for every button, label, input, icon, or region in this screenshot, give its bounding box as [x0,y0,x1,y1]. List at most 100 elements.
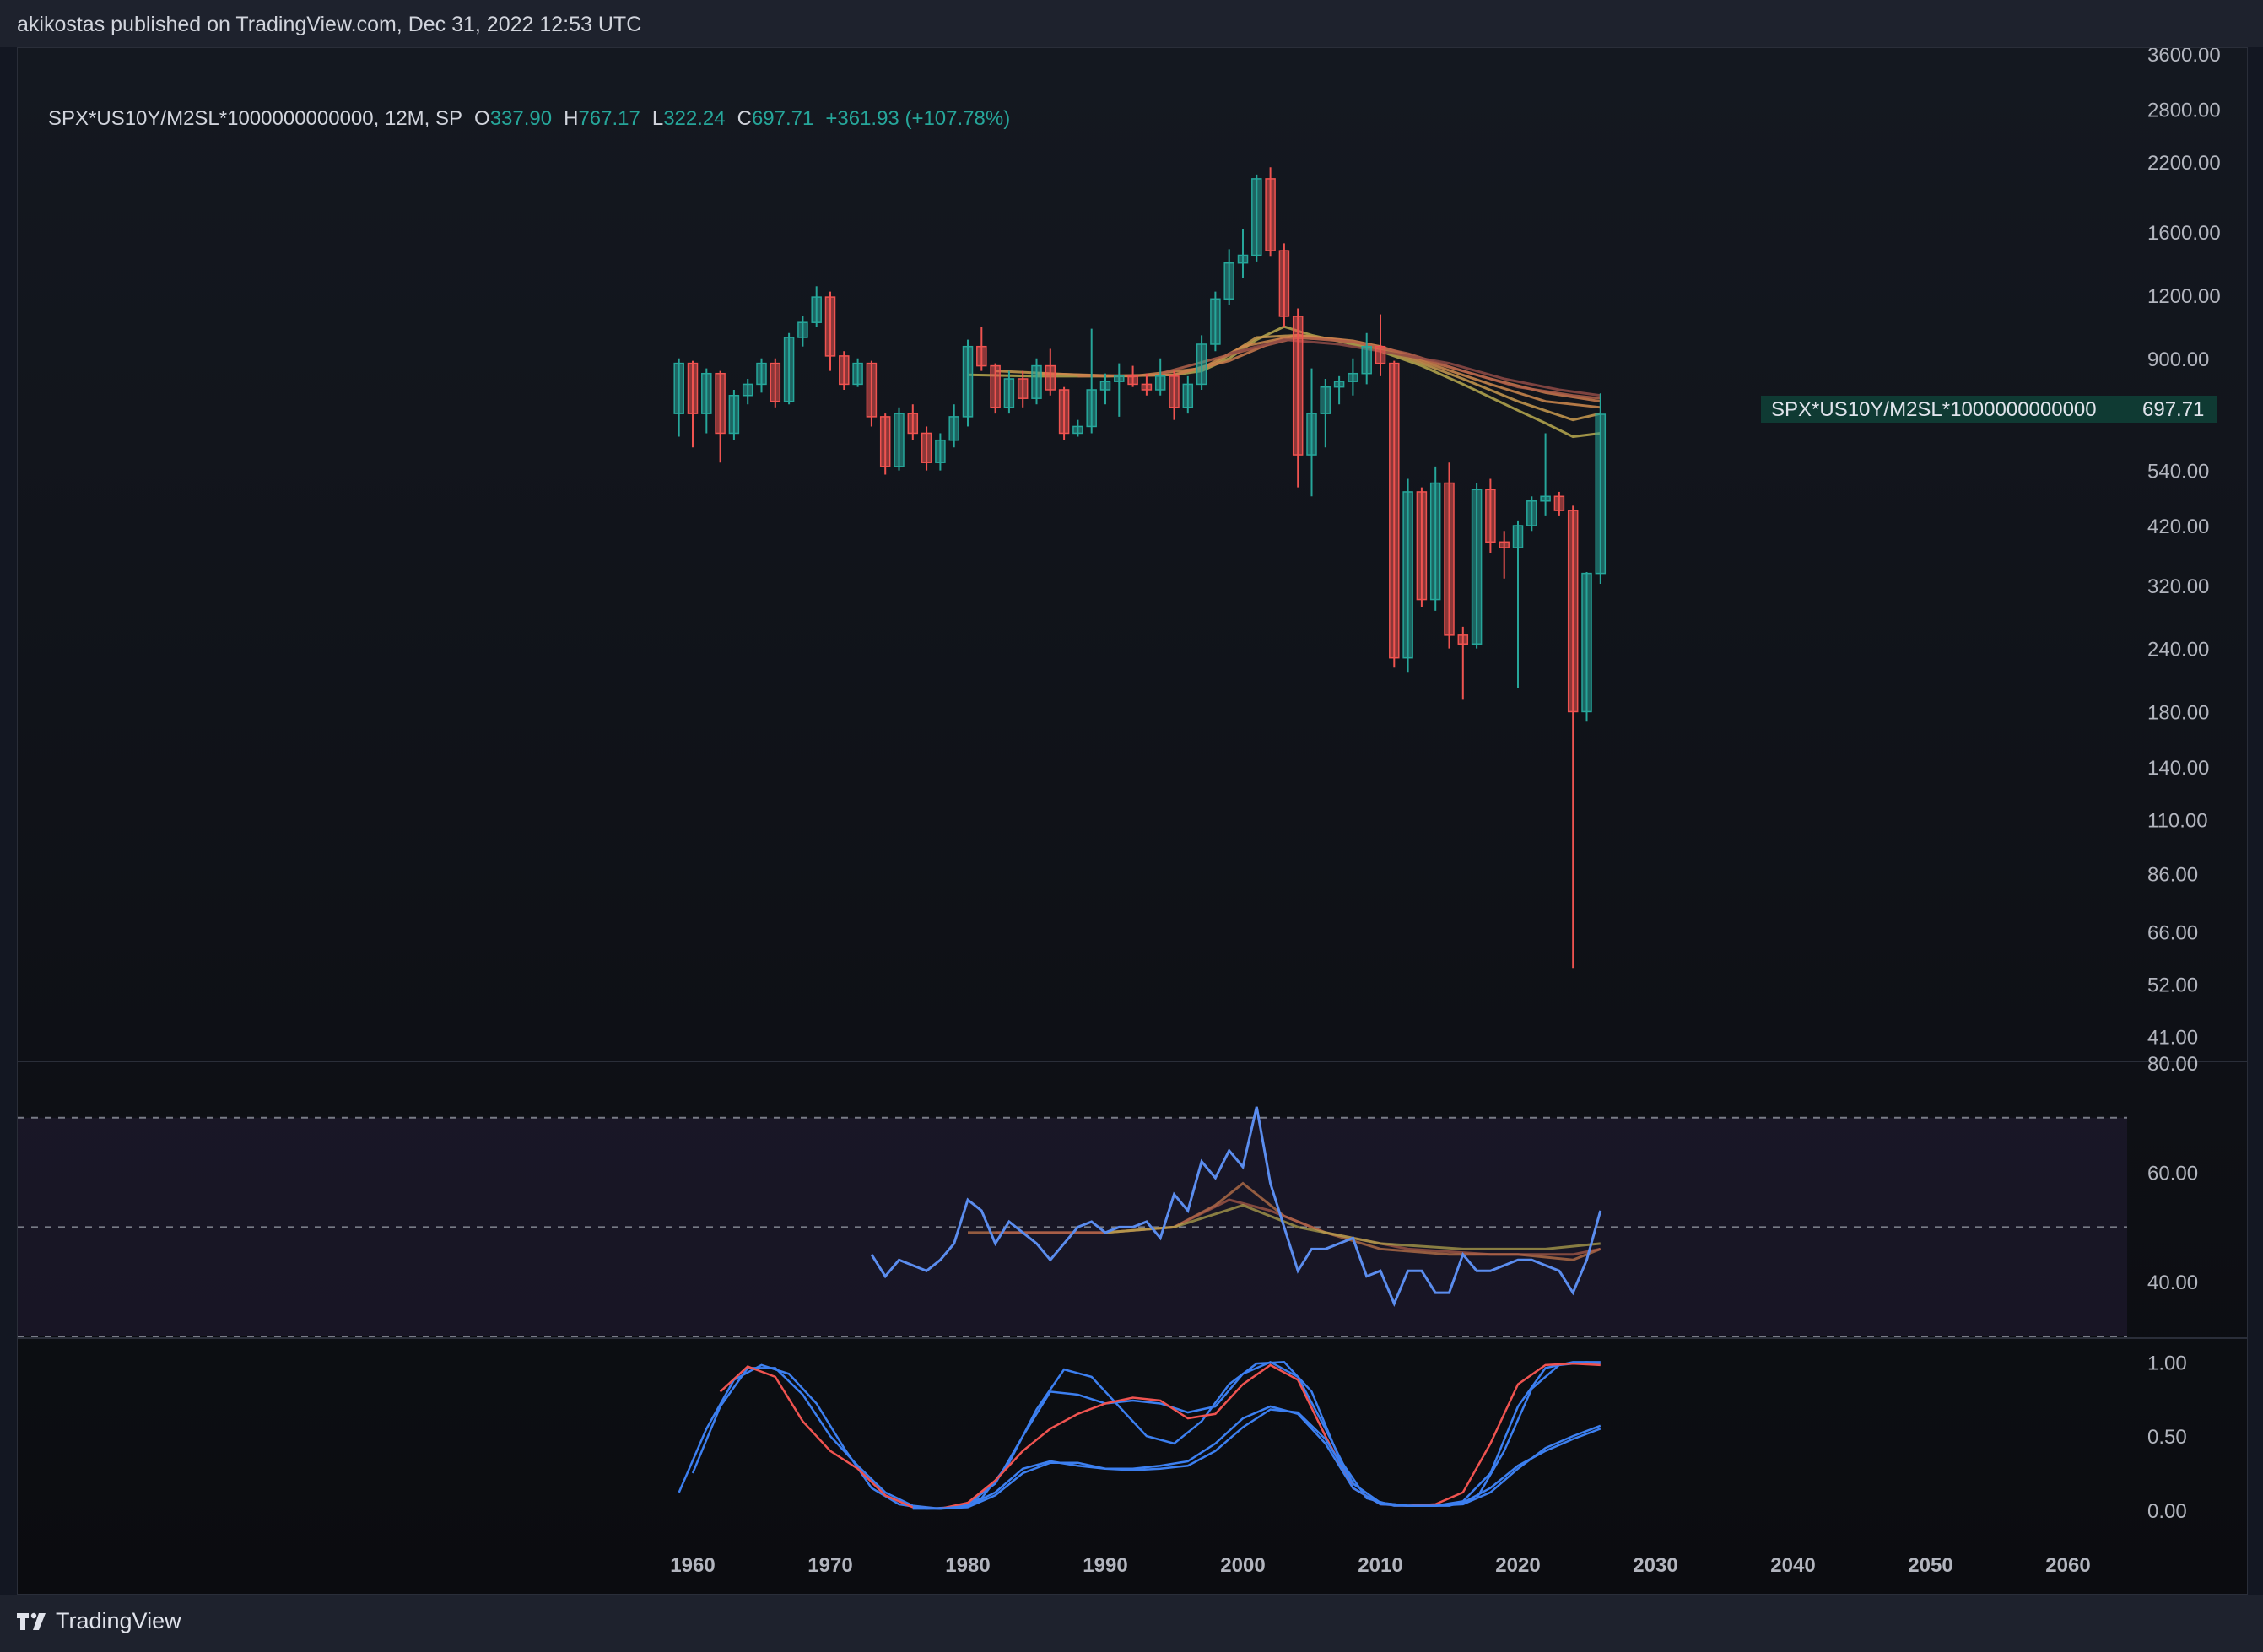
candle-body [687,362,699,414]
candle-body [894,413,905,467]
candle-body [1306,413,1317,456]
candle-body [1237,254,1249,264]
candle-body [728,394,740,435]
price-tick-label: 52.00 [2147,974,2198,996]
candle-body [1058,389,1070,435]
price-tick-label: 110.00 [2147,810,2208,833]
time-tick-label: 2060 [2045,1554,2090,1577]
tradingview-brand[interactable]: TradingView [17,1608,181,1634]
price-tick-label: 41.00 [2147,1026,2198,1049]
candle-body [1017,378,1029,399]
legend-symbol[interactable]: SPX*US10Y/M2SL*1000000000000, 12M, SP [48,107,462,131]
candle-body [1499,541,1510,548]
price-tick-label: 180.00 [2147,701,2209,724]
time-tick-label: 2000 [1220,1554,1265,1577]
candle-body [1471,489,1483,645]
candle-body [1182,383,1194,408]
candle-body [1031,364,1042,399]
candle-body [948,416,959,441]
candle-body [1485,489,1496,543]
brand-name[interactable]: TradingView [56,1608,181,1634]
candle-body [1348,372,1358,382]
price-tick-label: 900.00 [2147,348,2209,371]
candle-body [839,355,850,386]
candle-body [1141,383,1153,391]
legend-high-label: H [564,107,579,130]
candle-body [1045,364,1056,391]
candle-body [1169,375,1180,408]
candle-body [1265,178,1276,251]
price-tick-label: 540.00 [2147,461,2209,483]
candle-body [742,383,753,397]
candle-body [673,362,684,414]
time-tick-label: 1990 [1083,1554,1127,1577]
candle-body [1457,634,1469,645]
candle-body [1581,572,1592,713]
series-legend[interactable]: SPX*US10Y/M2SL*1000000000000, 12M, SP O3… [48,107,1010,131]
rsi-tick-label: 80.00 [2147,1053,2198,1076]
price-tick-label: 1600.00 [2147,222,2221,245]
price-tick-label: 2800.00 [2147,100,2221,122]
chart-frame[interactable]: 41.00 52.00 66.00 86.00 110.00 140.00 180.00 24… [17,44,2248,1595]
price-tick-label: 2200.00 [2147,152,2221,175]
candle-body [1402,491,1413,659]
candle-body [935,439,946,463]
legend-open-label: O [474,107,490,130]
price-marker: SPX*US10Y/M2SL*1000000000000 697.71 [1761,396,2217,423]
legend-low-value: 322.24 [663,107,726,130]
candle-body [976,345,987,367]
time-tick-label: 2040 [1770,1554,1815,1577]
time-tick-label: 1980 [945,1554,990,1577]
candle-body [1553,495,1565,511]
candle-body [962,345,974,418]
candle-body [1375,345,1386,364]
candle-body [1526,500,1537,526]
candle-body [1567,510,1579,713]
candle-body [1595,413,1607,575]
price-tick-label: 3600.00 [2147,48,2221,67]
candle-body [1333,381,1345,388]
stoch-tick-label: 0.00 [2147,1500,2187,1523]
candle-body [990,364,1001,408]
price-tick-label: 320.00 [2147,575,2209,598]
candle-body [1127,375,1138,386]
candle-body [1278,250,1290,317]
candle-body [1251,178,1262,256]
candle-body [1292,316,1304,456]
candle-body [824,296,836,357]
candle-body [1086,389,1097,428]
candle-body [1003,378,1015,408]
candle-body [715,372,726,435]
candle-body [811,296,822,323]
candle-body [756,362,767,386]
price-tick-label: 420.00 [2147,516,2209,538]
candle-body [783,337,795,402]
price-tick-label: 240.00 [2147,639,2209,661]
candle-body [1099,381,1111,391]
legend-low-label: L [651,107,664,130]
price-tick-label: 66.00 [2147,921,2198,944]
candle-body [1154,375,1166,391]
candle-body [1429,482,1441,601]
legend-high-value: 767.17 [578,107,640,130]
chart-svg[interactable]: 41.00 52.00 66.00 86.00 110.00 140.00 180.00 24… [18,44,2247,1594]
candle-body [1361,345,1372,375]
legend-close-value: 697.71 [751,107,814,130]
tradingview-logo-icon [17,1612,46,1630]
candle-body [1223,262,1234,300]
candle-body [1196,343,1207,386]
candle-body [770,362,781,402]
legend-open-value: 337.90 [489,107,553,130]
price-tick-label: 1200.00 [2147,285,2221,308]
candle-body [1416,491,1428,601]
candle-body [1444,482,1455,636]
candle-body [1389,362,1400,659]
price-marker-value: 697.71 [2142,398,2204,421]
price-tick-label: 140.00 [2147,757,2209,780]
footer-bar: TradingView [0,1595,2263,1652]
candle-body [1072,425,1083,435]
publisher-line: akikostas published on TradingView.com, … [17,13,642,36]
time-tick-label: 2030 [1633,1554,1677,1577]
legend-change: +361.93 (+107.78%) [825,107,1011,130]
candle-body [921,432,932,463]
